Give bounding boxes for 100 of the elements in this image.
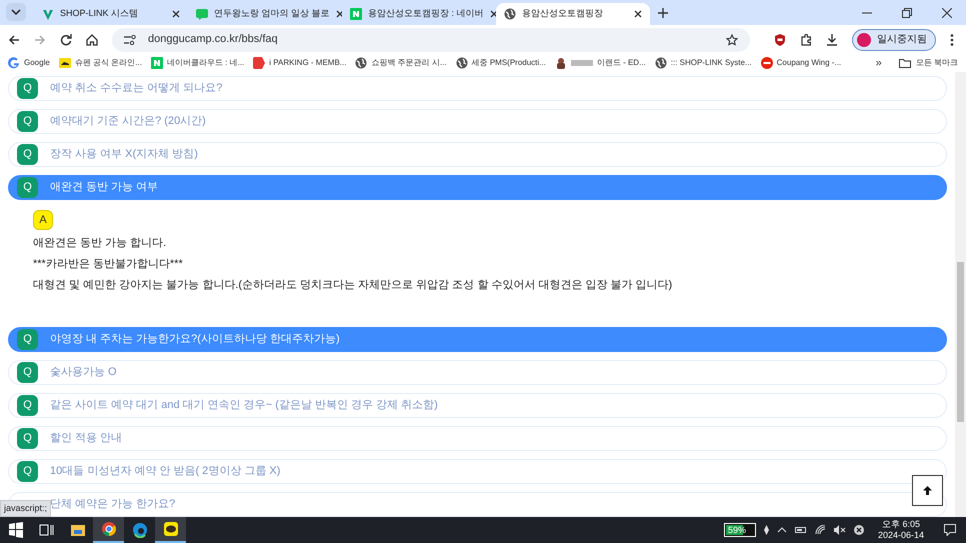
q-badge: Q [17, 78, 38, 99]
pen-icon[interactable] [764, 525, 769, 535]
q-badge: Q [17, 177, 38, 198]
date-text: 2024-06-14 [878, 530, 924, 541]
kakao-button[interactable] [155, 517, 186, 543]
no-entry-icon [760, 57, 773, 69]
q-badge: Q [17, 144, 38, 165]
download-icon[interactable] [826, 34, 838, 46]
faq-question[interactable]: Q 같은 사이트 예약 대기 and 대기 연속인 경우~ (같은날 반복인 경우 강제 취소함) [8, 393, 947, 418]
bookmark-link[interactable]: Coupang Wing -... [760, 57, 842, 69]
clock[interactable]: 오후 6:05 2024-06-14 [878, 519, 924, 541]
tab-title: 연두왕노랑 엄마의 일상 블로 [214, 7, 330, 20]
maximize-icon[interactable] [902, 8, 912, 18]
question-text: 할인 적용 안내 [50, 433, 122, 444]
avatar-icon [857, 32, 871, 46]
q-badge: Q [17, 461, 38, 482]
speaker-muted-icon[interactable] [834, 525, 846, 535]
question-text: 10대들 미성년자 예약 안 받음( 2명이상 그룹 X) [50, 466, 280, 477]
edge-icon [132, 522, 148, 538]
bookmark-link[interactable]: ::: SHOP-LINK Syste... [654, 57, 752, 69]
scrollbar[interactable] [955, 72, 966, 517]
wifi-icon[interactable] [814, 525, 826, 535]
tab-title: 용암산성오토캠핑장 : 네이버 [368, 7, 484, 20]
faq-question[interactable]: Q 예약대기 기준 시간은? (20시간) [8, 109, 947, 134]
address-bar[interactable]: donggucamp.co.kr/bbs/faq [112, 28, 750, 52]
q-badge: Q [17, 111, 38, 132]
battery-icon[interactable] [794, 526, 807, 534]
chevron-down-icon[interactable] [6, 3, 26, 21]
chevron-up-icon[interactable] [776, 527, 787, 533]
profile-button[interactable]: 일시중지됨 [852, 28, 936, 50]
kakao-icon [162, 521, 178, 537]
faq-question[interactable]: Q 숯사용가능 O [8, 360, 947, 385]
bookmark-link[interactable]: 슈펜 공식 온라인... [58, 57, 142, 69]
plus-icon[interactable] [658, 8, 668, 18]
start-icon [8, 522, 24, 538]
tag-icon [253, 57, 266, 69]
globe-icon [504, 8, 516, 20]
question-text: 같은 사이트 예약 대기 and 대기 연속인 경우~ (같은날 반복인 경우 강제 취소함) [50, 400, 438, 411]
url-text: donggucamp.co.kr/bbs/faq [148, 32, 279, 48]
question-text: 숯사용가능 O [50, 367, 117, 378]
bookmark-link[interactable]: Google [8, 57, 50, 69]
question-text: 애완견 동반 가능 여부 [50, 182, 158, 193]
site-settings-icon [124, 34, 136, 44]
chrome-icon [100, 521, 116, 537]
n-logo-icon [350, 8, 362, 20]
a-badge: A [33, 210, 53, 230]
q-badge: Q [17, 395, 38, 416]
tab-title: SHOP-LINK 시스템 [60, 7, 140, 20]
bookmark-link[interactable]: 쇼핑백 주문관리 시... [355, 57, 447, 69]
notification-icon[interactable] [944, 524, 956, 536]
status-tooltip: javascript:; [0, 500, 52, 517]
all-bookmarks-link[interactable]: 모든 북마크 [898, 57, 958, 69]
n-logo-icon [150, 57, 163, 69]
faq-question[interactable]: Q 예약 취소 수수료는 어떻게 되나요? [8, 76, 947, 101]
q-badge: Q [17, 329, 38, 350]
bookmark-link[interactable]: 네이버클라우드 : 네... [150, 57, 244, 69]
bookmark-link[interactable]: i PARKING - MEMB... [253, 57, 346, 69]
v-logo-icon [42, 8, 54, 20]
menu-icon[interactable] [950, 34, 954, 46]
question-text: 야영장 내 주차는 가능한가요?(사이트하나당 한대주차가능) [50, 334, 340, 345]
overflow-chevron[interactable]: » [876, 54, 882, 72]
task-view-icon [38, 522, 54, 538]
q-badge: Q [17, 428, 38, 449]
folder-icon [898, 58, 911, 68]
bookmark-link[interactable]: 세중 PMS(Producti... [456, 57, 546, 69]
scroll-top-button[interactable] [912, 475, 943, 506]
star-icon [726, 34, 738, 46]
back-arrow-icon[interactable] [8, 34, 20, 46]
globe-icon [355, 57, 368, 69]
browser-tab[interactable]: 용암산성오토캠핑장 [496, 3, 650, 25]
faq-question[interactable]: Q 애완견 동반 가능 여부 [8, 175, 947, 200]
faq-question[interactable]: Q 할인 적용 안내 [8, 426, 947, 451]
faq-question[interactable]: Q 야영장 내 주차는 가능한가요?(사이트하나당 한대주차가능) [8, 327, 947, 352]
google-g-icon [8, 57, 20, 69]
close-icon[interactable] [336, 10, 344, 18]
bookmark-link[interactable]: 이랜드 - ED... [554, 57, 646, 69]
close-icon[interactable] [490, 10, 498, 18]
home-icon[interactable] [86, 34, 98, 46]
close-icon[interactable] [172, 10, 180, 18]
close-icon[interactable] [942, 8, 952, 18]
up-arrow-icon [923, 486, 932, 495]
x-circle-icon[interactable] [854, 525, 864, 535]
answer-text: ***카라반은 동반불가합니다*** [33, 257, 184, 272]
question-text: 단체 예약은 가능 한가요? [50, 499, 176, 510]
globe-icon [456, 57, 468, 69]
globe-icon [654, 57, 667, 69]
faq-question[interactable]: Q 장작 사용 여부 X(지자체 방침) [8, 142, 947, 167]
chat-bubble-icon [196, 8, 208, 20]
faq-question[interactable]: Q 10대들 미성년자 예약 안 받음( 2명이상 그룹 X) [8, 459, 947, 484]
shield-icon[interactable] [774, 34, 786, 46]
chrome-button[interactable] [93, 517, 124, 543]
folder-icon [70, 522, 86, 538]
question-text: 예약대기 기준 시간은? (20시간) [50, 116, 206, 127]
tab-title: 용암산성오토캠핑장 [522, 7, 604, 20]
close-icon[interactable] [634, 10, 642, 18]
puzzle-icon[interactable] [800, 34, 812, 46]
reload-icon[interactable] [60, 34, 72, 46]
time-text: 오후 6:05 [882, 519, 920, 530]
q-badge: Q [17, 362, 38, 383]
question-text: 장작 사용 여부 X(지자체 방침) [50, 149, 198, 160]
